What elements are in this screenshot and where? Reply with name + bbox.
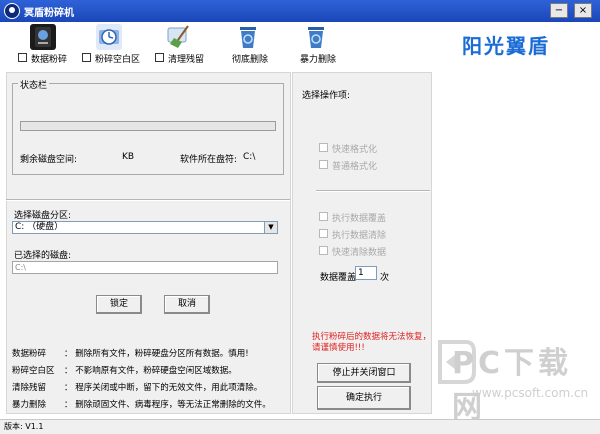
clean-residue-checkbox[interactable] [155, 53, 164, 62]
quick-clear-checkbox[interactable] [319, 246, 328, 255]
overwrite-data-label: 执行数据覆盖 [332, 214, 387, 224]
stop-and-close-button[interactable]: 停止并关闭窗口 [317, 363, 411, 383]
overwrite-count-input[interactable]: 1 [355, 266, 377, 280]
recycle-bin-icon[interactable] [303, 24, 329, 50]
execute-button[interactable]: 确定执行 [317, 386, 411, 410]
desc-name: 清除残留 [12, 383, 47, 393]
divider [316, 190, 430, 192]
desc-text: ： 删除顽固文件、病毒程序，等无法正常删除的文件。 [64, 400, 271, 410]
minimize-button[interactable]: − [550, 3, 568, 18]
status-legend: 状态栏 [18, 78, 50, 91]
normal-format-checkbox[interactable] [319, 160, 328, 169]
quick-format-label: 快速格式化 [332, 145, 378, 155]
drive-select-value: C: （硬盘） [15, 222, 64, 232]
free-space-label: 剩余磁盘空间: [20, 155, 78, 165]
clear-data-label: 执行数据清除 [332, 231, 387, 241]
normal-format-label: 普通格式化 [332, 162, 378, 172]
data-shred-label: 数据粉碎 [31, 55, 68, 65]
close-button[interactable]: × [574, 3, 592, 18]
app-logo-icon [4, 3, 20, 19]
divider [6, 199, 290, 201]
brand-logo-text: 阳光翼盾 [462, 34, 550, 58]
desc-name: 数据粉碎 [12, 349, 47, 359]
software-drive-label: 软件所在盘符: [180, 155, 238, 165]
clock-disk-icon[interactable] [96, 24, 122, 50]
overwrite-data-checkbox[interactable] [319, 212, 328, 221]
quick-clear-label: 快速清除数据 [332, 248, 387, 258]
quick-format-checkbox[interactable] [319, 143, 328, 152]
desc-text: ： 不影响原有文件，粉碎硬盘空闲区域数据。 [64, 366, 237, 376]
desc-text: ： 程序关闭或中断，留下的无效文件，用此项清除。 [64, 383, 263, 393]
selected-drive-field[interactable]: C:\ [12, 261, 278, 274]
shred-free-space-label: 粉碎空白区 [95, 55, 141, 65]
warning-text: 执行粉碎后的数据将无法恢复，请谨慎使用!!! [312, 332, 432, 353]
options-title: 选择操作项: [302, 91, 351, 101]
drive-select-label: 选择磁盘分区: [14, 211, 72, 221]
desc-text: ： 删除所有文件，粉碎硬盘分区所有数据。慎用! [64, 349, 249, 359]
watermark-url: www.pcsoft.com.cn [472, 386, 589, 400]
software-drive-value: C:\ [243, 152, 256, 162]
recycle-bin-icon[interactable] [235, 24, 261, 50]
title-bar [0, 0, 600, 22]
overwrite-count-label: 数据覆盖 [320, 273, 357, 283]
drive-select[interactable]: C: （硬盘） ▼ [12, 221, 278, 234]
free-space-unit: KB [122, 152, 135, 162]
lock-button[interactable]: 锁定 [96, 295, 142, 314]
force-delete-label: 暴力删除 [300, 55, 337, 65]
data-shred-checkbox[interactable] [18, 53, 27, 62]
desc-name: 粉碎空白区 [12, 366, 55, 376]
progress-bar [20, 121, 276, 131]
cancel-button[interactable]: 取消 [164, 295, 210, 314]
watermark-text: PC下载网 [452, 346, 573, 425]
clear-data-checkbox[interactable] [319, 229, 328, 238]
disk-shredder-icon[interactable] [30, 24, 56, 50]
window-title: 冥盾粉碎机 [24, 8, 74, 19]
broom-icon[interactable] [166, 24, 192, 50]
status-bar [0, 419, 600, 434]
shred-free-space-checkbox[interactable] [82, 53, 91, 62]
desc-name: 暴力删除 [12, 400, 47, 410]
clean-residue-label: 清理残留 [168, 55, 205, 65]
selected-drive-label: 已选择的磁盘: [14, 251, 72, 261]
thorough-delete-label: 彻底删除 [232, 55, 269, 65]
version-label: 版本: V1.1 [4, 422, 44, 431]
overwrite-count-unit: 次 [380, 273, 390, 283]
chevron-down-icon[interactable]: ▼ [264, 222, 277, 233]
